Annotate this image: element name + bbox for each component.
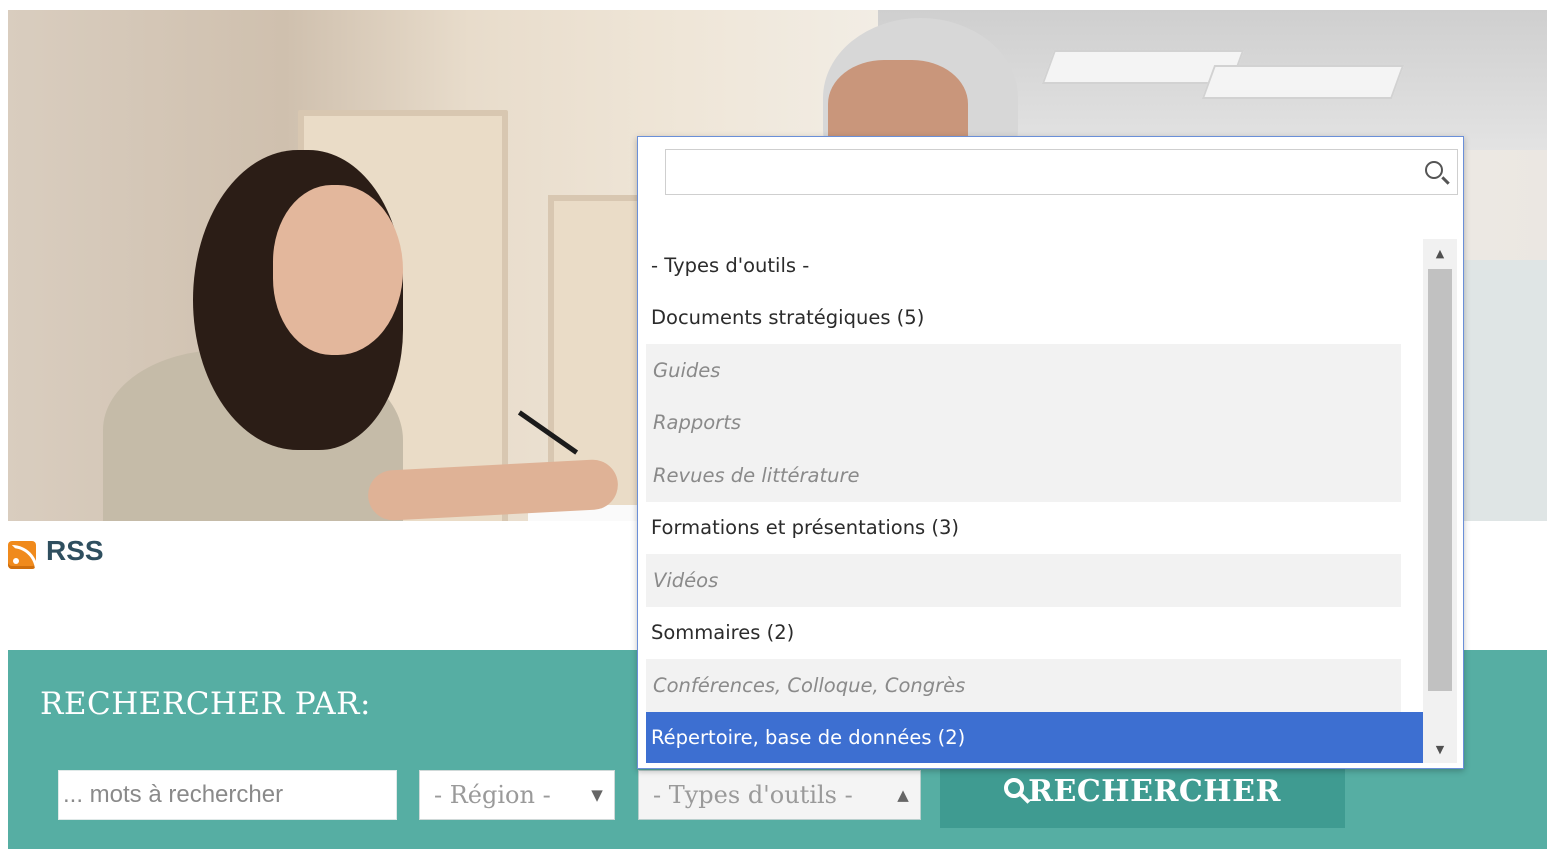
dropdown-search-input[interactable] (666, 150, 1457, 194)
dropdown-option[interactable]: Conférences, Colloque, Congrès (646, 659, 1401, 712)
search-button-label: RECHERCHER (1028, 774, 1281, 809)
dropdown-option[interactable]: - Types d'outils - (646, 239, 1423, 292)
dropdown-search (665, 149, 1458, 195)
rss-feed-icon[interactable] (8, 541, 38, 571)
region-select[interactable]: - Région - ▼ (419, 770, 615, 820)
keywords-input[interactable] (58, 770, 397, 820)
dropdown-options-list: - Types d'outils - Documents stratégiques… (646, 239, 1423, 763)
dropdown-scrollbar[interactable]: ▲ ▼ (1423, 239, 1457, 763)
dropdown-option[interactable]: Répertoire, base de données (2) (646, 711, 1423, 763)
tool-types-select-value: - Types d'outils - (653, 781, 853, 809)
chevron-up-icon: ▲ (897, 786, 909, 804)
tool-types-select[interactable]: - Types d'outils - ▲ (638, 770, 921, 820)
dropdown-option[interactable]: Documents stratégiques (5) (646, 292, 1423, 345)
search-title: RECHERCHER PAR: (40, 686, 371, 722)
region-select-value: - Région - (434, 781, 551, 809)
dropdown-option[interactable]: Guides (646, 344, 1401, 397)
ceiling-light (1201, 65, 1405, 99)
rss-link[interactable]: RSS (8, 533, 104, 571)
dropdown-option[interactable]: Vidéos (646, 554, 1401, 607)
scroll-down-arrow-icon[interactable]: ▼ (1423, 735, 1457, 763)
woman-face (273, 185, 403, 355)
search-icon (1004, 777, 1025, 798)
scrollbar-thumb[interactable] (1428, 269, 1452, 691)
scroll-up-arrow-icon[interactable]: ▲ (1423, 239, 1457, 267)
search-icon (1425, 161, 1443, 179)
rss-label[interactable]: RSS (46, 535, 104, 567)
tool-types-dropdown: - Types d'outils - Documents stratégiques… (637, 136, 1464, 769)
dropdown-option[interactable]: Rapports (646, 396, 1401, 449)
dropdown-option[interactable]: Formations et présentations (3) (646, 502, 1423, 555)
dropdown-option[interactable]: Sommaires (2) (646, 607, 1423, 660)
dropdown-option[interactable]: Revues de littérature (646, 449, 1401, 502)
chevron-down-icon: ▼ (591, 786, 603, 804)
